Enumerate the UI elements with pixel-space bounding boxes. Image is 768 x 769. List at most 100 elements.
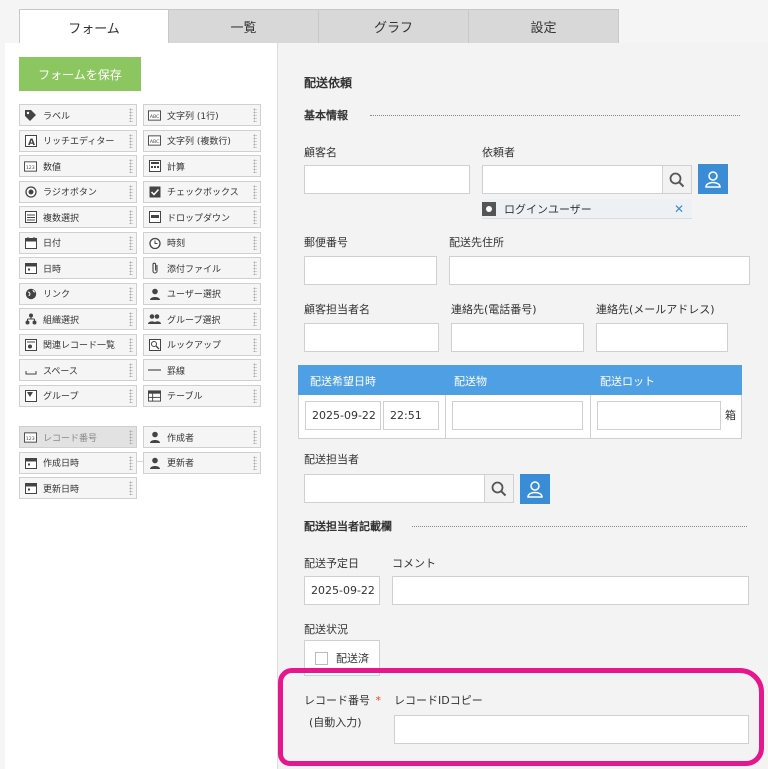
drag-handle-icon[interactable] [129,261,133,275]
customer-name-input[interactable] [304,165,470,194]
palette-item-text-line-icon[interactable]: ABC 文字列 (1行) [143,104,261,126]
delivery-date-input[interactable]: 2025-09-22 [305,401,381,430]
delivery-lot-input[interactable] [597,401,721,430]
palette-item-datetime-icon[interactable]: 日時 [19,257,137,279]
tab-settings[interactable]: 設定 [469,9,619,43]
palette-item-dropdown-icon[interactable]: ドロップダウン [143,206,261,228]
drag-handle-icon[interactable] [253,133,257,148]
palette-item-label: グループ [43,392,79,402]
palette-item-radio-icon[interactable]: ラジオボタン [19,180,137,203]
palette-item-datetime-icon[interactable]: 更新日時 [19,477,137,499]
palette-item-user-icon[interactable]: 作成者 [143,426,261,448]
drag-handle-icon[interactable] [129,210,133,224]
palette-item-user-icon[interactable]: ユーザー選択 [143,282,261,305]
drag-handle-icon[interactable] [253,363,257,377]
drag-handle-icon[interactable] [253,184,257,199]
palette-item-number-icon[interactable]: 123 数値 [19,155,137,177]
drag-handle-icon[interactable] [129,235,133,250]
staff-user-button[interactable] [520,474,550,504]
comment-input[interactable] [392,576,749,605]
drag-handle-icon[interactable] [129,481,133,495]
drag-handle-icon[interactable] [129,133,133,148]
palette-item-globe-icon[interactable]: リンク [19,282,137,305]
contact-person-input[interactable] [304,323,439,352]
requester-search-button[interactable] [662,165,692,194]
user-icon [148,431,161,444]
tab-list[interactable]: 一覧 [169,9,319,43]
address-input[interactable] [449,256,750,285]
drag-handle-icon[interactable] [129,455,133,470]
palette-item-calendar-icon[interactable]: 日付 [19,231,137,254]
delivery-time-input[interactable]: 22:51 [383,401,439,430]
drag-handle-icon[interactable] [129,108,133,122]
drag-handle-icon[interactable] [253,159,257,173]
drag-handle-icon[interactable] [253,455,257,470]
drag-handle-icon[interactable] [253,430,257,444]
drag-handle-icon[interactable] [129,312,133,326]
requester-user-button[interactable] [698,164,728,194]
palette-item-related-records-icon[interactable]: 関連レコード一覧 [19,333,137,356]
palette-item-label: 組織選択 [43,315,80,326]
drag-handle-icon[interactable] [129,337,133,352]
palette-item-checkbox-icon[interactable]: チェックボックス [143,180,261,203]
palette-item-label: 更新日時 [43,484,80,495]
delivery-table-row: 2025-09-22 22:51 箱 [298,395,742,439]
palette-item-rich-editor-icon[interactable]: A リッチエディター [19,129,137,152]
drag-handle-icon[interactable] [253,337,257,352]
palette-item-label: ルックアップ [167,341,222,351]
email-input[interactable] [596,323,728,352]
palette-item-label: 罫線 [167,366,186,377]
record-number-text: レコード番号 [304,694,370,707]
drag-handle-icon[interactable] [129,430,133,444]
palette-item-multi-select-icon[interactable]: 複数選択 [19,206,137,228]
scheduled-date-input[interactable]: 2025-09-22 [304,576,380,605]
delivered-checkbox-label: 配送済 [336,652,369,665]
palette-item-calculator-icon[interactable]: 計算 [143,155,261,177]
palette-item-line-icon[interactable]: 罫線 [143,359,261,381]
staff-input[interactable] [304,474,486,503]
palette-item-group-folder-icon[interactable]: グループ [19,384,137,407]
save-form-button[interactable]: フォームを保存 [19,57,141,91]
palette-item-org-icon[interactable]: 組織選択 [19,308,137,330]
postal-code-input[interactable] [304,256,437,285]
drag-handle-icon[interactable] [129,363,133,377]
palette-item-tag-icon[interactable]: ラベル [19,104,137,126]
palette-item-label: 更新者 [167,459,195,469]
delivery-item-input[interactable] [452,401,583,430]
palette-item-lookup-icon[interactable]: ルックアップ [143,333,261,356]
drag-handle-icon[interactable] [253,210,257,224]
requester-input[interactable] [482,165,664,194]
palette-item-space-icon[interactable]: スペース [19,359,137,381]
drag-handle-icon[interactable] [253,235,257,250]
palette-item-user-icon[interactable]: 更新者 [143,451,261,474]
drag-handle-icon[interactable] [253,388,257,403]
tab-bar: フォーム 一覧 グラフ 設定 [19,9,619,45]
drag-handle-icon[interactable] [129,184,133,199]
drag-handle-icon[interactable] [253,108,257,122]
group-icon [148,313,161,326]
drag-handle-icon[interactable] [129,159,133,173]
staff-search-button[interactable] [484,474,514,503]
drag-handle-icon[interactable] [253,286,257,301]
remove-user-close-icon[interactable]: ✕ [674,202,684,216]
record-id-copy-input[interactable] [394,715,749,744]
delivered-checkbox[interactable] [315,651,328,665]
palette-item-number-icon[interactable]: 123 レコード番号 [19,426,137,448]
palette-item-clock-icon[interactable]: 時刻 [143,231,261,254]
phone-input[interactable] [451,323,584,352]
tab-form[interactable]: フォーム [19,9,169,45]
palette-item-table-icon[interactable]: テーブル [143,384,261,407]
lookup-icon [148,338,161,351]
palette-item-group-icon[interactable]: グループ選択 [143,308,261,330]
drag-handle-icon[interactable] [253,261,257,275]
drag-handle-icon[interactable] [253,312,257,326]
palette-item-paperclip-icon[interactable]: 添付ファイル [143,257,261,279]
drag-handle-icon[interactable] [129,388,133,403]
palette-item-datetime-icon[interactable]: 作成日時 [19,451,137,474]
table-col-divider [590,395,591,438]
drag-handle-icon[interactable] [129,286,133,301]
postal-code-label: 郵便番号 [304,236,348,249]
palette-item-label: スペース [43,366,78,377]
palette-item-text-multiline-icon[interactable]: ABC 文字列 (複数行) [143,129,261,152]
tab-graph[interactable]: グラフ [319,9,469,43]
